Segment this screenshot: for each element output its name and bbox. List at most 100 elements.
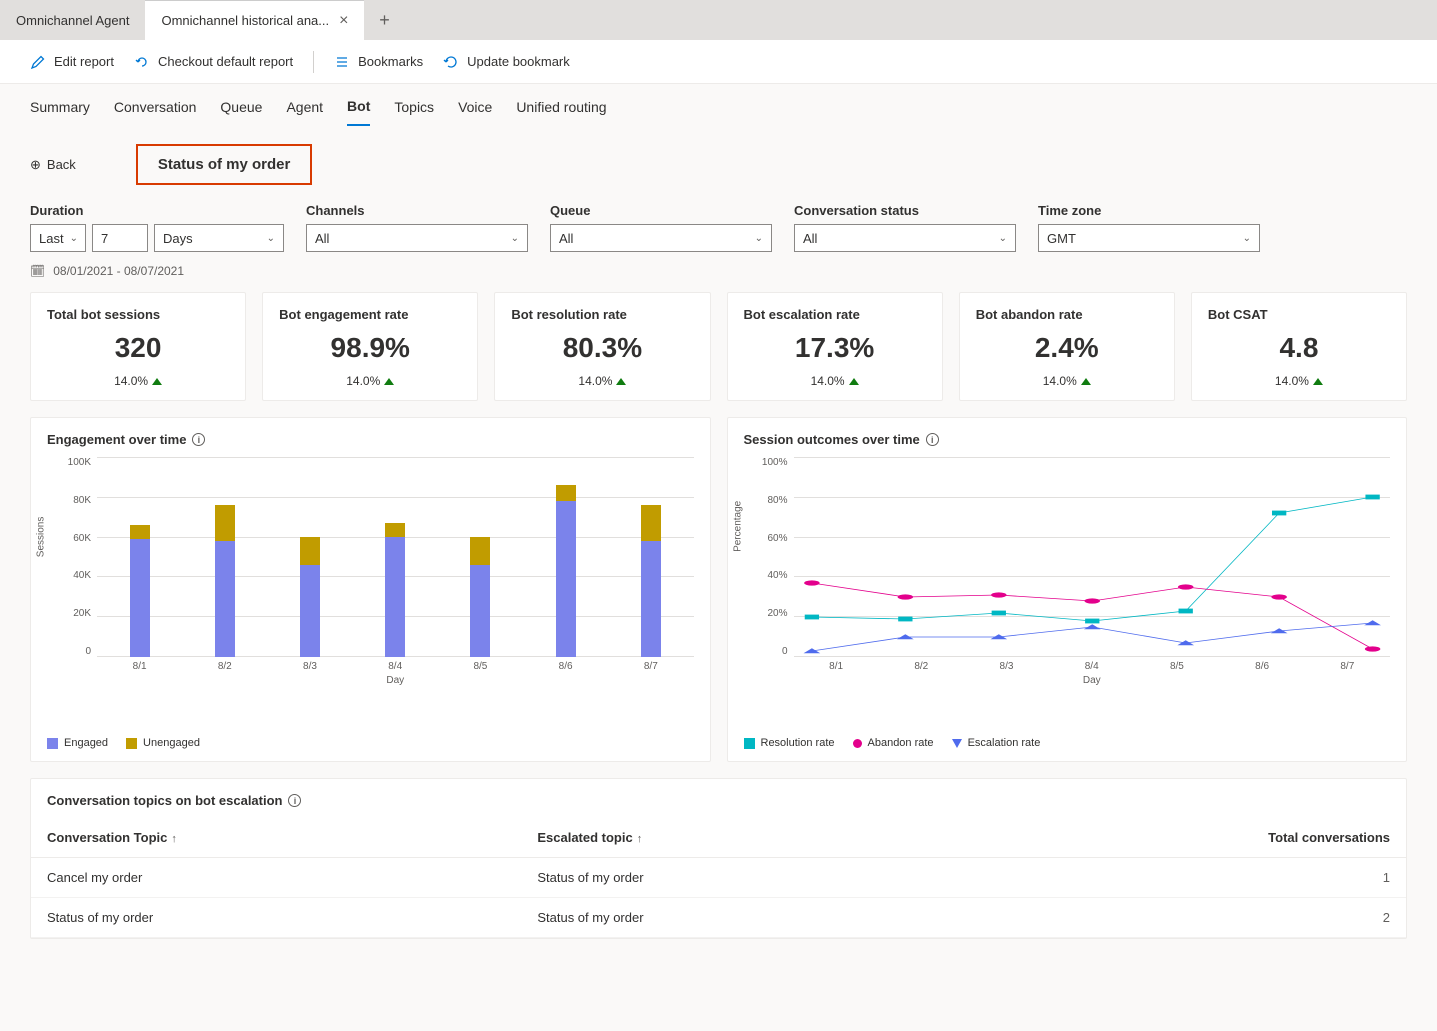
filter-channels: Channels All ⌄: [306, 203, 528, 252]
queue-select[interactable]: All ⌄: [550, 224, 772, 252]
tab-label: Omnichannel historical ana...: [161, 13, 329, 28]
checkout-default-button[interactable]: Checkout default report: [134, 54, 293, 70]
app-tab-active[interactable]: Omnichannel historical ana... ×: [145, 0, 364, 40]
chart-title: Session outcomes over time i: [744, 432, 1391, 447]
arrow-up-icon: [849, 378, 859, 385]
nav-queue[interactable]: Queue: [220, 99, 262, 125]
kpi-value: 98.9%: [279, 332, 461, 364]
x-axis-label: Day: [97, 675, 694, 686]
cell-escalated: Status of my order: [521, 858, 940, 898]
kpi-title: Bot CSAT: [1208, 307, 1390, 322]
kpi-engagement-rate: Bot engagement rate 98.9% 14.0%: [262, 292, 478, 401]
chevron-down-icon: ⌄: [1243, 233, 1251, 244]
select-value: All: [803, 231, 817, 246]
bar: [556, 485, 576, 657]
duration-unit-select[interactable]: Days ⌄: [154, 224, 284, 252]
undo-icon: [134, 54, 150, 70]
timezone-select[interactable]: GMT ⌄: [1038, 224, 1260, 252]
table-row[interactable]: Status of my order Status of my order 2: [31, 898, 1406, 938]
kpi-abandon-rate: Bot abandon rate 2.4% 14.0%: [959, 292, 1175, 401]
kpi-delta: 14.0%: [47, 374, 229, 388]
refresh-icon: [443, 54, 459, 70]
select-value: Days: [163, 231, 193, 246]
duration-last-select[interactable]: Last ⌄: [30, 224, 86, 252]
nav-unified-routing[interactable]: Unified routing: [516, 99, 606, 125]
back-label: Back: [47, 157, 76, 172]
legend-item: Engaged: [47, 737, 108, 749]
info-icon[interactable]: i: [926, 433, 939, 446]
pencil-icon: [30, 54, 46, 70]
nav-agent[interactable]: Agent: [286, 99, 323, 125]
legend-item: Escalation rate: [952, 737, 1041, 749]
add-tab-button[interactable]: +: [364, 10, 404, 31]
kpi-delta: 14.0%: [279, 374, 461, 388]
filter-status: Conversation status All ⌄: [794, 203, 1016, 252]
update-bookmark-button[interactable]: Update bookmark: [443, 54, 570, 70]
filter-label: Duration: [30, 203, 284, 218]
kpi-delta: 14.0%: [1208, 374, 1390, 388]
report-toolbar: Edit report Checkout default report Book…: [0, 40, 1437, 84]
column-header[interactable]: Total conversations: [940, 818, 1406, 858]
nav-voice[interactable]: Voice: [458, 99, 492, 125]
arrow-up-icon: [152, 378, 162, 385]
list-icon: [334, 54, 350, 70]
cell-escalated: Status of my order: [521, 898, 940, 938]
sort-asc-icon: ↑: [171, 833, 177, 845]
channels-select[interactable]: All ⌄: [306, 224, 528, 252]
back-button[interactable]: ⊕ Back: [30, 157, 76, 173]
y-axis-label: Sessions: [36, 517, 47, 558]
kpi-title: Total bot sessions: [47, 307, 229, 322]
column-header[interactable]: Escalated topic↑: [521, 818, 940, 858]
filter-timezone: Time zone GMT ⌄: [1038, 203, 1260, 252]
column-header[interactable]: Conversation Topic↑: [31, 818, 521, 858]
duration-number-input[interactable]: 7: [92, 224, 148, 252]
date-range-text: 08/01/2021 - 08/07/2021: [53, 264, 184, 278]
nav-topics[interactable]: Topics: [394, 99, 434, 125]
button-label: Edit report: [54, 54, 114, 69]
app-tab-inactive[interactable]: Omnichannel Agent: [0, 0, 145, 40]
kpi-delta: 14.0%: [976, 374, 1158, 388]
legend-swatch-icon: [744, 738, 755, 749]
toolbar-separator: [313, 51, 314, 73]
legend-item: Resolution rate: [744, 737, 835, 749]
kpi-escalation-rate: Bot escalation rate 17.3% 14.0%: [727, 292, 943, 401]
nav-bot[interactable]: Bot: [347, 98, 370, 126]
table-row[interactable]: Cancel my order Status of my order 1: [31, 858, 1406, 898]
filter-label: Conversation status: [794, 203, 1016, 218]
kpi-delta: 14.0%: [511, 374, 693, 388]
chevron-down-icon: ⌄: [999, 233, 1007, 244]
y-axis-ticks: 100%80%60%40%20%0: [758, 457, 794, 657]
chart-legend: Engaged Unengaged: [47, 737, 694, 749]
edit-report-button[interactable]: Edit report: [30, 54, 114, 70]
cell-total: 1: [940, 858, 1406, 898]
status-select[interactable]: All ⌄: [794, 224, 1016, 252]
nav-conversation[interactable]: Conversation: [114, 99, 197, 125]
kpi-title: Bot engagement rate: [279, 307, 461, 322]
info-icon[interactable]: i: [288, 794, 301, 807]
legend-swatch-icon: [47, 738, 58, 749]
kpi-title: Bot resolution rate: [511, 307, 693, 322]
report-nav: Summary Conversation Queue Agent Bot Top…: [0, 84, 1437, 126]
chart-legend: Resolution rate Abandon rate Escalation …: [744, 737, 1391, 749]
legend-swatch-icon: [952, 739, 962, 748]
legend-swatch-icon: [853, 739, 862, 748]
chart-title: Engagement over time i: [47, 432, 694, 447]
chart-outcomes: Session outcomes over time i Percentage …: [727, 417, 1408, 762]
bar: [300, 537, 320, 657]
filter-duration: Duration Last ⌄ 7 Days ⌄: [30, 203, 284, 252]
filter-label: Channels: [306, 203, 528, 218]
bookmarks-button[interactable]: Bookmarks: [334, 54, 423, 70]
legend-item: Abandon rate: [853, 737, 934, 749]
tab-label: Omnichannel Agent: [16, 13, 129, 28]
legend-item: Unengaged: [126, 737, 200, 749]
sort-asc-icon: ↑: [637, 833, 643, 845]
arrow-up-icon: [1081, 378, 1091, 385]
info-icon[interactable]: i: [192, 433, 205, 446]
x-axis-ticks: 8/18/28/38/48/58/68/7: [97, 661, 694, 672]
button-label: Checkout default report: [158, 54, 293, 69]
kpi-row: Total bot sessions 320 14.0% Bot engagem…: [0, 292, 1437, 417]
bar: [385, 523, 405, 657]
chart-body: Sessions 100K80K60K40K20K0 8/18/28/38/48…: [47, 457, 694, 687]
close-icon[interactable]: ×: [339, 12, 348, 30]
nav-summary[interactable]: Summary: [30, 99, 90, 125]
